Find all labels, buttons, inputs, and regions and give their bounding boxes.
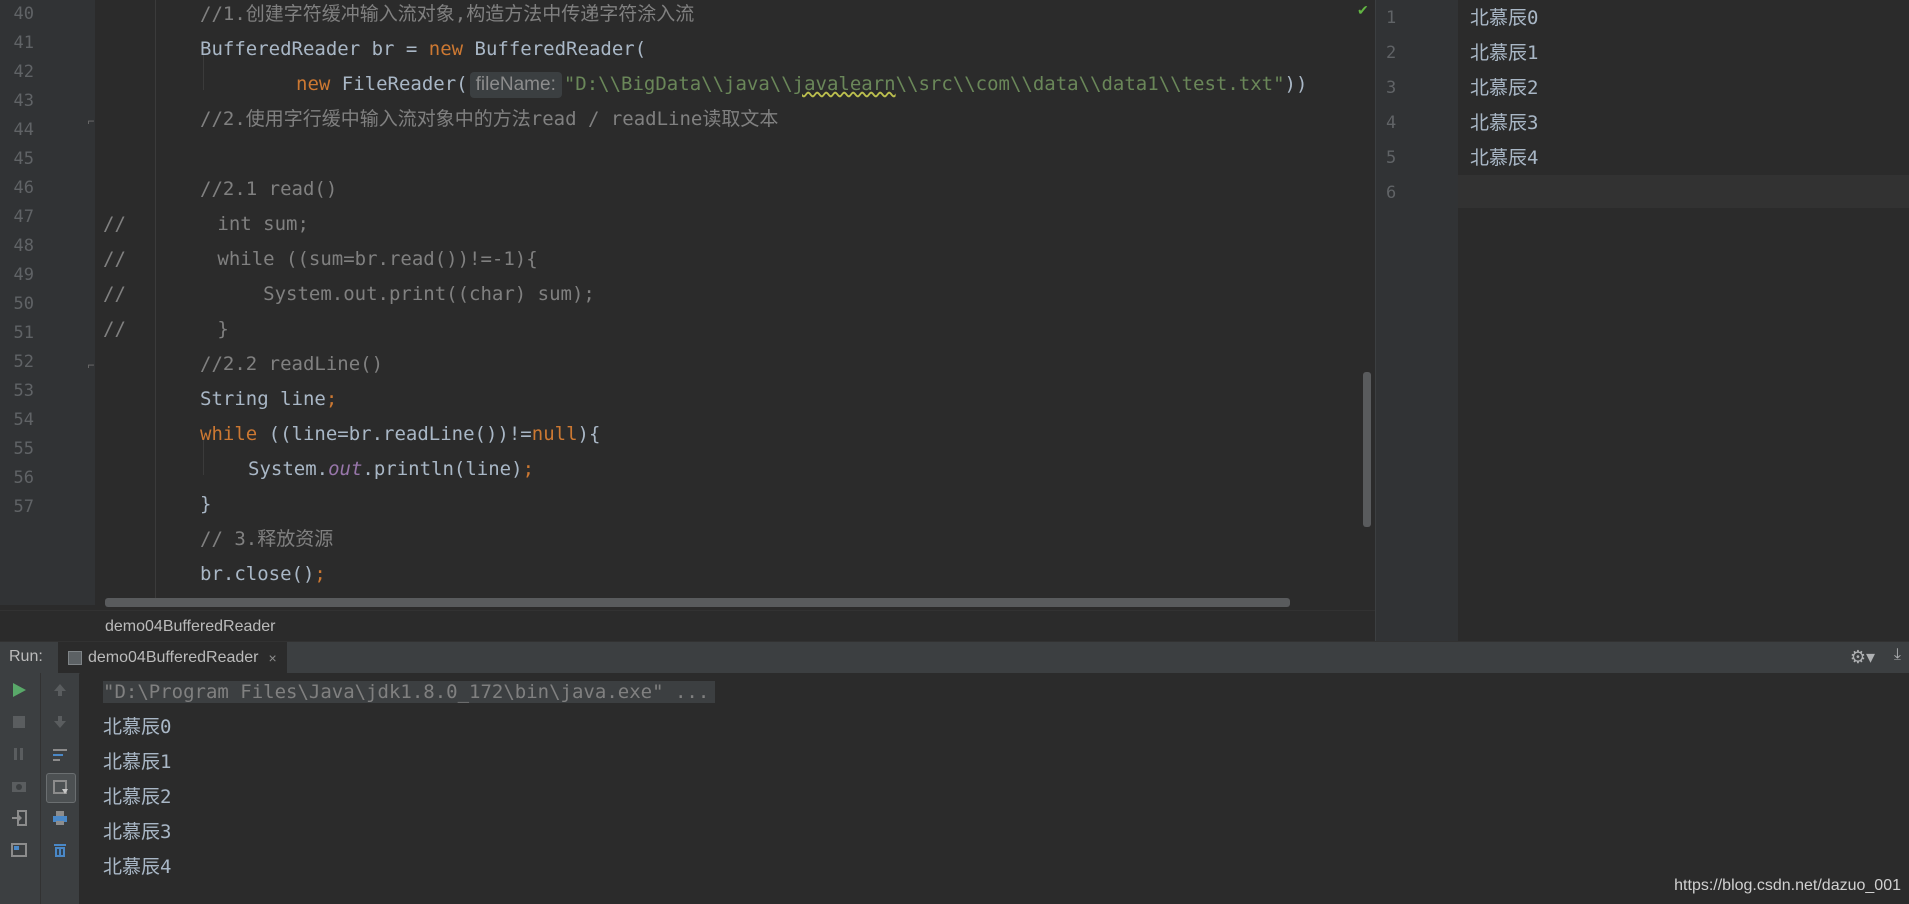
watermark-text: https://blog.csdn.net/dazuo_001	[1674, 877, 1901, 894]
breadcrumb[interactable]: demo04BufferedReader	[105, 618, 276, 636]
text-file-editor[interactable]: 1 2 3 4 5 6 北慕辰0 北慕辰1 北慕辰2 北慕辰3 北慕辰4	[1375, 0, 1909, 641]
line-number: 57	[13, 497, 34, 517]
editor-gutter: 40 41 42 43 44 45 46 47 48 49 50 51 52 5…	[0, 0, 95, 605]
console-output-line: 北慕辰2	[103, 786, 172, 808]
hide-panel-icon[interactable]: ⤓	[1894, 646, 1901, 664]
code-line-46: // int sum;	[103, 213, 309, 235]
line-number: 2	[1386, 43, 1397, 63]
line-number: 4	[1386, 113, 1397, 133]
code-line-41: BufferedReader br = new BufferedReader(	[200, 38, 647, 60]
console-output-line: 北慕辰3	[103, 821, 172, 843]
current-line-highlight	[1458, 175, 1909, 208]
gear-icon[interactable]: ⚙▾	[1850, 647, 1875, 668]
code-line-48: // System.out.print((char) sum);	[103, 283, 595, 305]
text-file-gutter: 1 2 3 4 5 6	[1376, 0, 1458, 641]
line-number: 3	[1386, 78, 1397, 98]
pause-icon[interactable]	[10, 745, 28, 763]
arrow-up-icon[interactable]	[51, 681, 69, 699]
text-line: 北慕辰3	[1470, 112, 1539, 134]
code-line-51: String line;	[200, 388, 338, 410]
console-output-line: 北慕辰1	[103, 751, 172, 773]
code-line-55: // 3.释放资源	[200, 528, 334, 550]
console-output[interactable]: "D:\Program Files\Java\jdk1.8.0_172\bin\…	[80, 673, 1909, 904]
run-toolbar-header: Run: demo04BufferedReader × ⚙▾ ⤓	[0, 641, 1909, 674]
code-line-56: br.close();	[200, 563, 326, 585]
parameter-hint: fileName:	[469, 72, 562, 98]
print-icon[interactable]	[51, 809, 69, 827]
line-number: 5	[1386, 148, 1397, 168]
horizontal-scrollbar[interactable]	[105, 598, 1290, 607]
layout-icon[interactable]	[10, 841, 28, 859]
line-number: 6	[1386, 183, 1397, 203]
run-tab[interactable]: demo04BufferedReader ×	[58, 642, 287, 673]
run-tab-label: demo04BufferedReader	[88, 648, 259, 666]
vertical-scrollbar[interactable]	[1363, 372, 1371, 527]
code-line-50: //2.2 readLine()	[200, 353, 384, 375]
code-line-45: //2.1 read()	[200, 178, 338, 200]
inspection-ok-icon[interactable]: ✔	[1357, 2, 1369, 19]
stop-icon[interactable]	[10, 713, 28, 731]
fold-marker-icon[interactable]: ⌐	[84, 357, 98, 373]
code-line-54: }	[200, 493, 212, 515]
arrow-down-icon[interactable]	[51, 713, 69, 731]
login-icon[interactable]	[10, 809, 28, 827]
code-line-53: System.out.println(line);	[248, 458, 535, 480]
console-command-line: "D:\Program Files\Java\jdk1.8.0_172\bin\…	[103, 681, 716, 703]
breadcrumb-bar: demo04BufferedReader	[0, 610, 1375, 642]
text-line: 北慕辰4	[1470, 147, 1539, 169]
text-line: 北慕辰1	[1470, 42, 1539, 64]
play-icon[interactable]	[10, 681, 28, 699]
code-line-43: //2.使用字行缓中输入流对象中的方法read / readLine读取文本	[200, 108, 779, 130]
code-line-49: // }	[103, 318, 229, 340]
console-actions-toolbar	[41, 673, 79, 904]
code-line-40: //1.创建字符缓冲输入流对象,构造方法中传递字符涂入流	[200, 3, 695, 25]
code-line-52: while ((line=br.readLine())!=null){	[200, 423, 601, 445]
line-number: 1	[1386, 8, 1397, 28]
console-output-line: 北慕辰0	[103, 716, 172, 738]
text-line: 北慕辰2	[1470, 77, 1539, 99]
code-line-47: // while ((sum=br.read())!=-1){	[103, 248, 538, 270]
run-label: Run:	[9, 648, 43, 665]
code-editor[interactable]: 40 41 42 43 44 45 46 47 48 49 50 51 52 5…	[0, 0, 1375, 610]
fold-marker-icon[interactable]: ⌐	[84, 113, 98, 129]
run-config-icon	[68, 650, 82, 665]
console-output-line: 北慕辰4	[103, 856, 172, 878]
run-actions-toolbar	[0, 673, 41, 904]
soft-wrap-icon[interactable]	[51, 745, 69, 763]
close-tab-icon[interactable]: ×	[269, 650, 277, 666]
scroll-to-end-icon[interactable]	[52, 779, 70, 797]
camera-icon[interactable]	[10, 777, 28, 795]
code-line-42: new FileReader(fileName: "D:\\BigData\\ja…	[100, 67, 1355, 102]
text-line: 北慕辰0	[1470, 7, 1539, 29]
trash-icon[interactable]	[51, 841, 69, 859]
